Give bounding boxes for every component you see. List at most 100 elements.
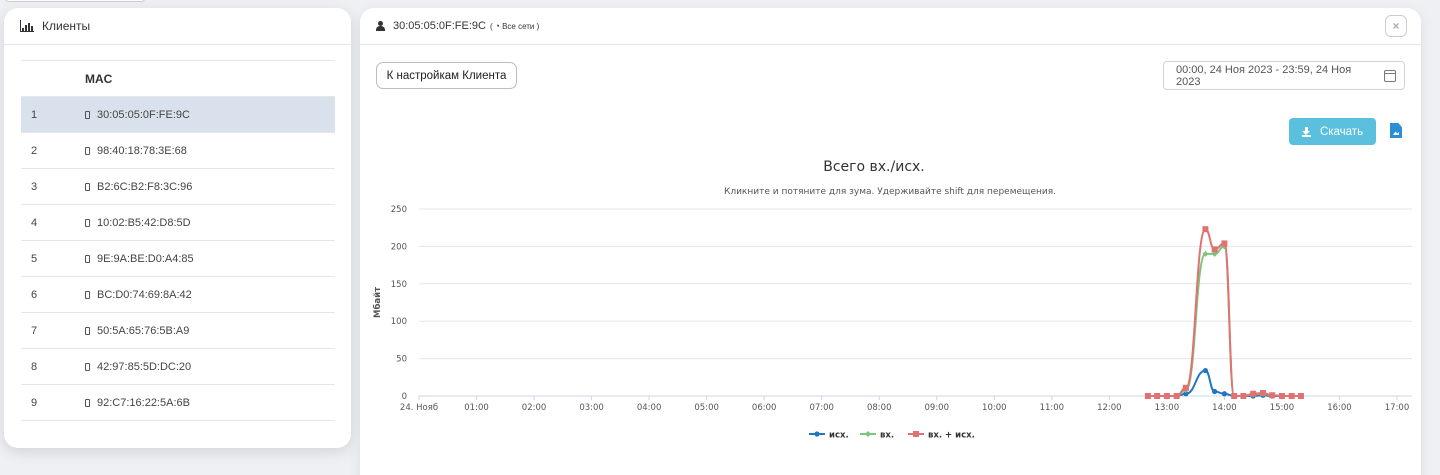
- client-row[interactable]: 5 9E:9A:BE:D0:A4:85: [21, 241, 335, 277]
- chart-subtitle: Кликните и потяните для зума. Удерживайт…: [724, 187, 1056, 197]
- y-tick-label: 200: [391, 242, 407, 252]
- phone-icon: [85, 254, 90, 263]
- client-row-number: 2: [31, 144, 38, 157]
- y-tick-label: 100: [391, 317, 407, 327]
- client-row-mac: 92:C7:16:22:5A:6B: [97, 396, 190, 409]
- x-tick-label: 10:00: [982, 403, 1007, 413]
- client-detail-header: 30:05:05:0F:FE:9C (◔ Все сети ) ×: [360, 8, 1421, 45]
- client-row-mac: 42:97:85:5D:DC:20: [97, 360, 192, 373]
- data-point-total: [1278, 393, 1285, 399]
- y-tick-label: 50: [396, 355, 407, 365]
- x-tick-label: 01:00: [464, 403, 489, 413]
- data-point-out: [1202, 367, 1209, 374]
- network-name: Все сети: [502, 22, 535, 31]
- data-point-total: [1202, 226, 1209, 233]
- data-point-total: [1173, 393, 1180, 399]
- clients-table-body: 1 30:05:05:0F:FE:9C 2 98:40:18:78:3E:68 3 B2:…: [21, 97, 335, 421]
- x-tick-label: 07:00: [809, 403, 834, 413]
- client-row[interactable]: 7 50:5A:65:76:5B:A9: [21, 313, 335, 349]
- data-point-total: [1288, 393, 1295, 399]
- traffic-chart[interactable]: Всего вх./исх. Кликните и потяните для зу…: [360, 45, 1421, 465]
- client-row-number: 7: [31, 324, 38, 337]
- y-axis-label: Мбайт: [372, 287, 383, 318]
- phone-icon: [85, 398, 90, 407]
- client-row[interactable]: 2 98:40:18:78:3E:68: [21, 133, 335, 169]
- x-tick-label: 04:00: [637, 403, 662, 413]
- client-row[interactable]: 1 30:05:05:0F:FE:9C: [21, 97, 335, 133]
- legend-marker: [865, 431, 871, 437]
- legend-label[interactable]: исх.: [829, 431, 849, 441]
- client-row[interactable]: 8 42:97:85:5D:DC:20: [21, 349, 335, 385]
- client-row-mac: 30:05:05:0F:FE:9C: [97, 108, 190, 121]
- legend-marker: [814, 431, 820, 437]
- phone-icon: [85, 218, 90, 227]
- client-row-number: 5: [31, 252, 38, 265]
- data-point-total: [1269, 392, 1276, 399]
- phone-icon: [85, 110, 90, 119]
- client-row-mac: B2:6C:B2:F8:3C:96: [97, 180, 193, 193]
- client-detail-panel: 30:05:05:0F:FE:9C (◔ Все сети ) × К настр…: [360, 8, 1421, 475]
- x-tick-label: 08:00: [867, 403, 892, 413]
- client-row-mac: 9E:9A:BE:D0:A4:85: [97, 252, 194, 265]
- client-row-mac: 10:02:B5:42:D8:5D: [97, 216, 191, 229]
- client-row-number: 9: [31, 396, 38, 409]
- x-tick-label: 16:00: [1327, 403, 1352, 413]
- y-tick-label: 150: [391, 280, 407, 290]
- client-row-mac: BC:D0:74:69:8A:42: [97, 288, 192, 301]
- data-point-out: [1221, 391, 1228, 397]
- data-point-total: [1163, 393, 1170, 399]
- client-row-number: 6: [31, 288, 38, 301]
- data-point-total: [1250, 390, 1257, 397]
- x-tick-label: 14:00: [1212, 403, 1237, 413]
- data-point-total: [1240, 393, 1247, 399]
- x-tick-label: 06:00: [752, 403, 777, 413]
- x-tick-label: 09:00: [925, 403, 950, 413]
- data-point-total: [1154, 393, 1161, 399]
- x-tick-label: 24. Нояб: [400, 403, 438, 413]
- network-info: (◔ Все сети ): [489, 21, 540, 31]
- phone-icon: [85, 146, 90, 155]
- y-tick-label: 0: [402, 392, 407, 402]
- y-tick-label: 250: [391, 205, 407, 215]
- clients-panel-title: Клиенты: [42, 19, 91, 33]
- legend-label[interactable]: вх.: [880, 431, 894, 441]
- x-tick-label: 02:00: [522, 403, 547, 413]
- legend-marker: [913, 431, 919, 437]
- client-row-mac: 50:5A:65:76:5B:A9: [97, 324, 190, 337]
- x-tick-label: 11:00: [1040, 403, 1065, 413]
- client-mac-title: 30:05:05:0F:FE:9C: [393, 20, 486, 32]
- x-tick-label: 13:00: [1155, 403, 1180, 413]
- x-tick-label: 15:00: [1270, 403, 1295, 413]
- client-row-number: 3: [31, 180, 38, 193]
- phone-icon: [85, 290, 90, 299]
- data-point-total: [1211, 246, 1218, 253]
- data-point-total: [1297, 393, 1304, 399]
- phone-icon: [85, 362, 90, 371]
- x-tick-label: 03:00: [579, 403, 604, 413]
- x-tick-label: 17:00: [1385, 403, 1410, 413]
- phone-icon: [85, 182, 90, 191]
- close-button[interactable]: ×: [1385, 15, 1407, 37]
- phone-icon: [85, 326, 90, 335]
- top-stub-button: [4, 0, 146, 2]
- client-row-number: 4: [31, 216, 38, 229]
- legend-label[interactable]: вх. + исх.: [928, 431, 975, 441]
- client-row[interactable]: 3 B2:6C:B2:F8:3C:96: [21, 169, 335, 205]
- chart-title: Всего вх./исх.: [823, 159, 925, 175]
- clients-table: MAC 1 30:05:05:0F:FE:9C 2 98:40:18:78:3E:68…: [21, 60, 335, 421]
- clients-panel: Клиенты MAC 1 30:05:05:0F:FE:9C 2 98:40:18:…: [4, 8, 351, 448]
- user-icon: [376, 21, 385, 31]
- client-row[interactable]: 6 BC:D0:74:69:8A:42: [21, 277, 335, 313]
- client-row[interactable]: 9 92:C7:16:22:5A:6B: [21, 385, 335, 421]
- data-point-out: [1212, 388, 1218, 395]
- client-row-number: 1: [31, 108, 38, 121]
- clients-table-header: MAC: [21, 61, 335, 97]
- data-point-total: [1221, 240, 1228, 247]
- wifi-icon: ◔: [494, 21, 501, 31]
- client-row-number: 8: [31, 360, 38, 373]
- clients-panel-header: Клиенты: [4, 8, 351, 45]
- client-row[interactable]: 4 10:02:B5:42:D8:5D: [21, 205, 335, 241]
- data-point-total: [1144, 393, 1151, 399]
- bar-chart-icon: [20, 20, 34, 32]
- x-tick-label: 05:00: [694, 403, 719, 413]
